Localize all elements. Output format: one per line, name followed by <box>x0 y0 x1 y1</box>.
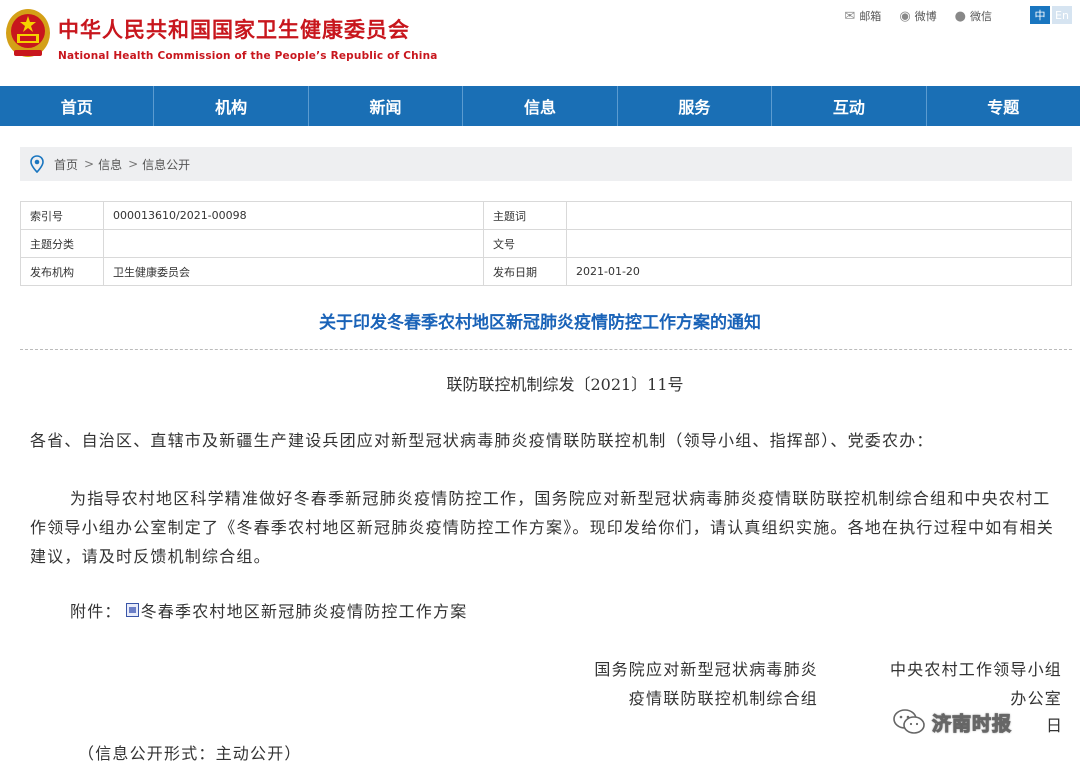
document-title: 关于印发冬春季农村地区新冠肺炎疫情防控工作方案的通知 <box>319 313 761 333</box>
wechat-icon: ● <box>954 8 966 24</box>
nav-item-organization[interactable]: 机构 <box>154 86 309 126</box>
subject-label: 主题词 <box>483 201 567 230</box>
wechat-link[interactable]: ● 微信 <box>955 8 992 24</box>
breadcrumb-disclosure[interactable]: 信息公开 <box>142 156 190 173</box>
signature-date-fragment: 日 <box>1045 716 1062 735</box>
document-info-table: 索引号 000013610/2021-00098 主题词 主题分类 文号 发布机… <box>20 201 1072 286</box>
signature-right-line1: 中央农村工作领导小组 <box>889 660 1062 679</box>
nav-item-home[interactable]: 首页 <box>0 86 155 126</box>
index-value: 000013610/2021-00098 <box>103 201 484 230</box>
mail-label: 邮箱 <box>859 10 882 23</box>
top-links: ✉ 邮箱 ◉ 微博 ● 微信 <box>844 8 992 24</box>
document-paragraph: 为指导农村地区科学精准做好冬春季新冠肺炎疫情防控工作，国务院应对新型冠状病毒肺炎… <box>30 489 1055 566</box>
site-title-en: National Health Commission of the People… <box>58 50 438 62</box>
mail-link[interactable]: ✉ 邮箱 <box>844 8 881 24</box>
docno-value <box>566 229 1072 258</box>
table-row: 发布机构 卫生健康委员会 发布日期 2021-01-20 <box>20 257 1072 286</box>
signature-right: 中央农村工作领导小组 办公室 <box>890 655 1062 713</box>
weibo-link[interactable]: ◉ 微博 <box>899 8 936 24</box>
nav-item-interaction[interactable]: 互动 <box>772 86 927 126</box>
index-label: 索引号 <box>20 201 104 230</box>
document-addressee: 各省、自治区、直辖市及新疆生产建设兵团应对新型冠状病毒肺炎疫情联防联控机制（领导… <box>30 431 934 450</box>
location-pin-icon <box>30 155 44 173</box>
watermark-text: 济南时报 <box>931 712 1013 735</box>
weibo-icon: ◉ <box>899 8 911 24</box>
date-label: 发布日期 <box>483 257 567 286</box>
category-value <box>103 229 484 258</box>
breadcrumb-separator: > <box>128 157 139 171</box>
lang-cn-button[interactable]: 中 <box>1030 6 1050 24</box>
issuer-value: 卫生健康委员会 <box>103 257 484 286</box>
main-nav: 首页 机构 新闻 信息 服务 互动 专题 <box>0 86 1080 126</box>
attachment-line: 附件： 冬春季农村地区新冠肺炎疫情防控工作方案 <box>70 598 467 622</box>
signature-left-line2: 疫情联防联控机制综合组 <box>628 689 818 708</box>
issuer-label: 发布机构 <box>20 257 104 286</box>
breadcrumb-home[interactable]: 首页 <box>54 156 78 173</box>
disclosure-form-note: （信息公开形式：主动公开） <box>78 744 302 763</box>
wechat-label: 微信 <box>970 10 992 23</box>
mail-icon: ✉ <box>844 8 856 24</box>
breadcrumb-separator: > <box>84 157 95 171</box>
table-row: 主题分类 文号 <box>20 229 1072 258</box>
category-label: 主题分类 <box>20 229 104 258</box>
attachment-link[interactable]: 冬春季农村地区新冠肺炎疫情防控工作方案 <box>141 598 468 622</box>
language-switch: 中 En <box>1030 6 1072 24</box>
title-divider <box>20 349 1072 350</box>
attachment-file-icon <box>125 603 139 617</box>
nav-item-news[interactable]: 新闻 <box>309 86 464 126</box>
document-number: 联防联控机制综发〔2021〕11号 <box>446 375 684 394</box>
signature-left: 国务院应对新型冠状病毒肺炎 疫情联防联控机制综合组 <box>594 655 818 713</box>
weibo-label: 微博 <box>914 10 937 23</box>
docno-label: 文号 <box>483 229 567 258</box>
wechat-watermark-icon <box>893 709 925 734</box>
site-title-cn[interactable]: 中华人民共和国国家卫生健康委员会 <box>58 14 410 44</box>
lang-en-button[interactable]: En <box>1052 6 1072 24</box>
table-row: 索引号 000013610/2021-00098 主题词 <box>20 201 1072 230</box>
nav-item-services[interactable]: 服务 <box>618 86 773 126</box>
signature-left-line1: 国务院应对新型冠状病毒肺炎 <box>594 660 818 679</box>
nav-item-topics[interactable]: 专题 <box>927 86 1080 126</box>
subject-value <box>566 201 1072 230</box>
national-emblem-icon <box>6 9 50 57</box>
site-header: 中华人民共和国国家卫生健康委员会 National Health Commiss… <box>0 0 1080 86</box>
breadcrumb: 首页 > 信息 > 信息公开 <box>20 147 1072 181</box>
watermark: 济南时报 <box>892 708 1012 736</box>
attachment-label: 附件： <box>70 602 122 621</box>
breadcrumb-information[interactable]: 信息 <box>98 156 122 173</box>
nav-item-information[interactable]: 信息 <box>463 86 618 126</box>
date-value: 2021-01-20 <box>566 257 1072 286</box>
